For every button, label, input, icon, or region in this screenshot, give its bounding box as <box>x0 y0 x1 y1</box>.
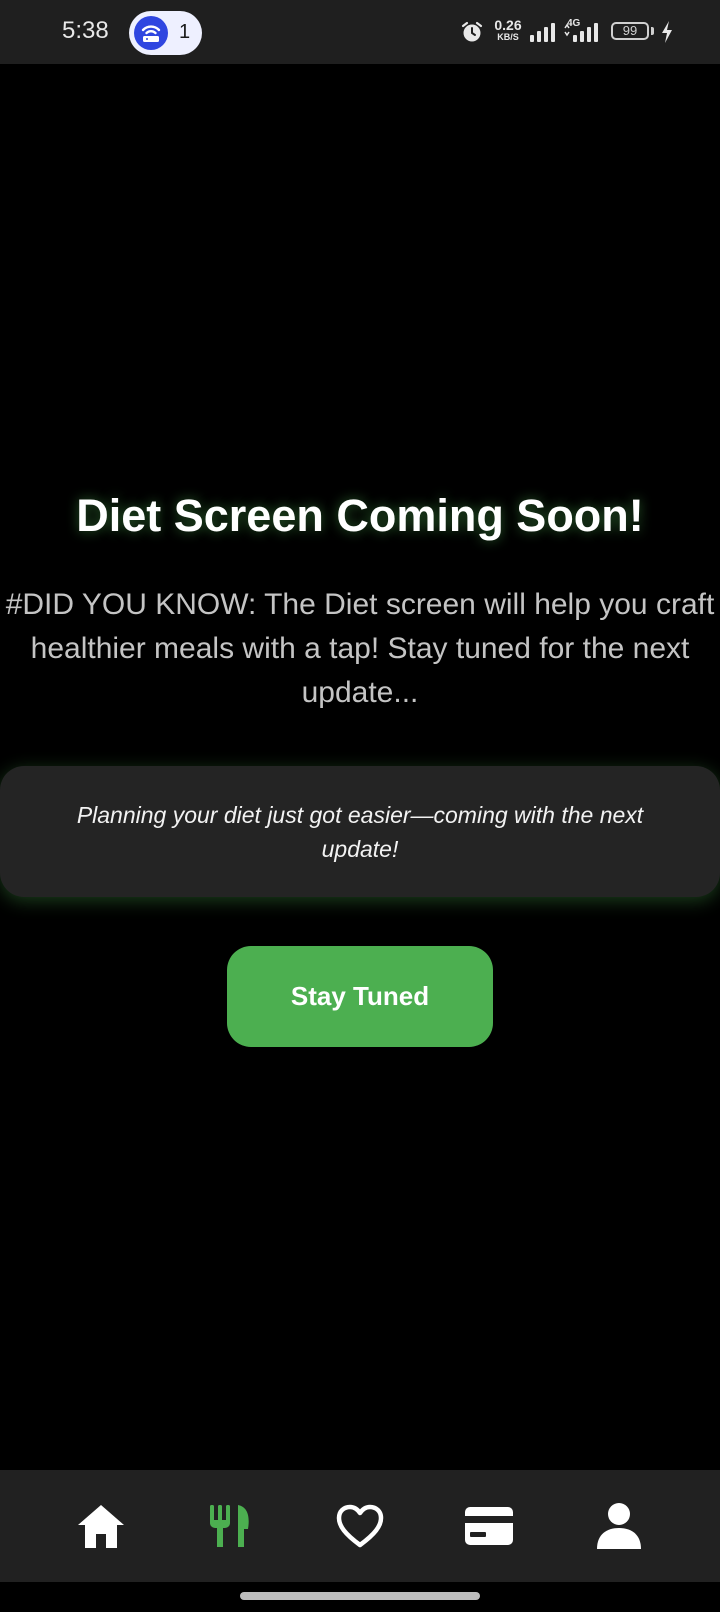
status-icons: 0.26 KB/S 4G 99 <box>420 0 720 64</box>
hotspot-router-icon <box>134 16 168 50</box>
battery-tip <box>651 27 654 35</box>
status-bar: 5:38 1 0.26 KB/S 4G 99 <box>0 0 720 64</box>
page-title: Diet Screen Coming Soon! <box>76 490 644 541</box>
nav-item-profile[interactable] <box>591 1500 647 1552</box>
network-speed: 0.26 KB/S <box>490 18 526 42</box>
network-speed-unit: KB/S <box>497 32 519 42</box>
heart-icon <box>336 1504 384 1548</box>
home-icon <box>78 1505 124 1548</box>
hotspot-count: 1 <box>179 21 191 43</box>
network-speed-value: 0.26 <box>494 17 522 33</box>
gesture-navigation-bar[interactable] <box>240 1592 480 1600</box>
nav-item-home[interactable] <box>73 1500 129 1552</box>
nav-item-payments[interactable] <box>461 1500 517 1552</box>
bottom-navigation <box>0 1470 720 1582</box>
status-time: 5:38 <box>62 17 109 44</box>
nav-item-favorites[interactable] <box>332 1500 388 1552</box>
signal-strength-icon <box>528 22 558 47</box>
did-you-know-text: #DID YOU KNOW: The Diet screen will help… <box>5 588 715 709</box>
charging-bolt-icon <box>660 20 674 49</box>
info-card-text: Planning your diet just got easier—comin… <box>76 802 644 862</box>
info-card: Planning your diet just got easier—comin… <box>0 766 720 897</box>
person-icon <box>597 1503 641 1549</box>
nav-item-diet[interactable] <box>202 1500 258 1552</box>
hotspot-indicator[interactable]: 1 <box>129 11 202 55</box>
battery-level: 99 <box>611 22 649 40</box>
alarm-icon <box>460 20 484 49</box>
fork-knife-icon <box>210 1505 249 1547</box>
signal-strength-4g-icon <box>563 22 607 47</box>
credit-card-icon <box>465 1507 513 1545</box>
stay-tuned-button[interactable]: Stay Tuned <box>227 946 493 1047</box>
